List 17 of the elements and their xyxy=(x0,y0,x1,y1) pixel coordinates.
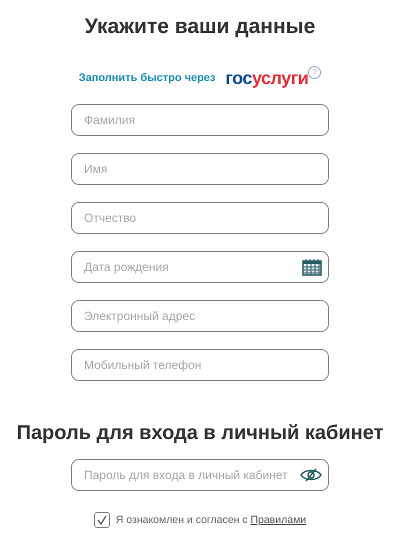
password-heading: Пароль для входа в личный кабинет xyxy=(16,421,384,446)
agreement-text: Я ознакомлен и согласен с Правилами xyxy=(116,514,306,526)
input-field[interactable]: Электронный адрес xyxy=(71,300,329,332)
rules-link[interactable]: Правилами xyxy=(250,514,306,526)
calendar-icon[interactable] xyxy=(302,258,322,276)
agreement-checkbox[interactable] xyxy=(94,512,110,528)
input-field[interactable]: Имя xyxy=(71,153,329,185)
form-title: Укажите ваши данные xyxy=(84,14,316,40)
password-field[interactable]: Пароль для входа в личный кабинет xyxy=(71,459,329,491)
date-field[interactable]: Дата рождения xyxy=(71,251,329,283)
input-field[interactable]: Мобильный телефон xyxy=(71,349,329,381)
input-field[interactable]: Отчество xyxy=(71,202,329,234)
input-field[interactable]: Фамилия xyxy=(71,104,329,136)
gosuslugi-label: Заполнить быстро через xyxy=(78,72,216,84)
gosuslugi-logo[interactable]: госуслуги xyxy=(225,68,308,88)
checkmark-icon xyxy=(96,515,107,525)
hidden-eye-icon[interactable] xyxy=(300,467,322,483)
